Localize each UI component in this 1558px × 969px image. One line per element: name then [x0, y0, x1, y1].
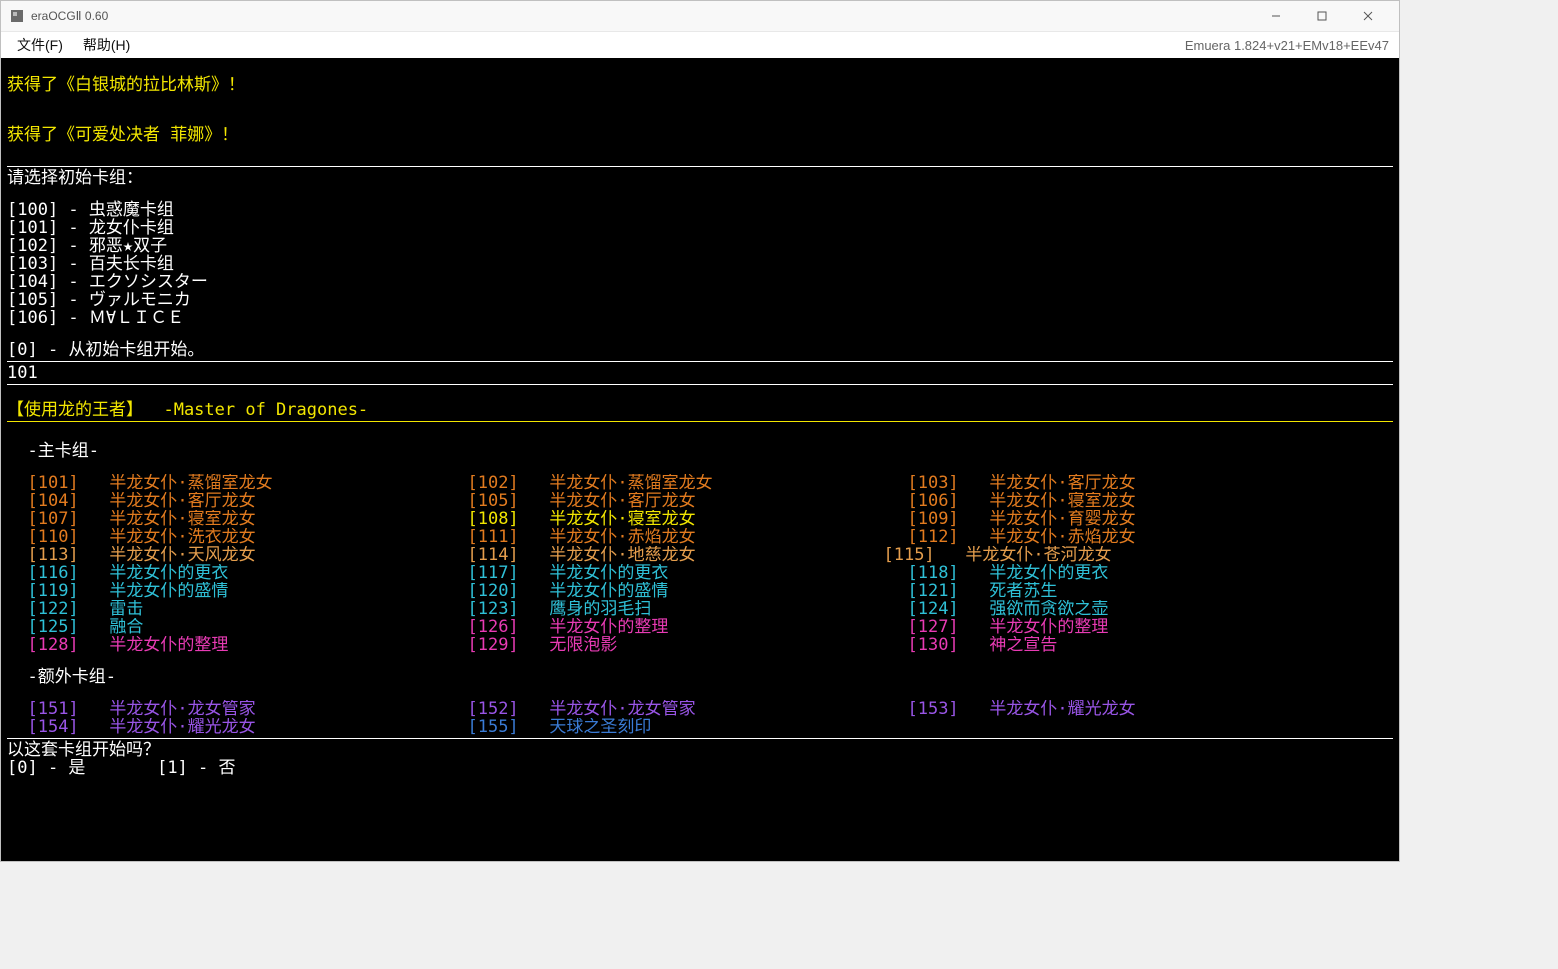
divider	[7, 166, 1393, 167]
card-option[interactable]: [151] 半龙女仆·龙女管家	[7, 700, 447, 718]
deck-option[interactable]: [100] - 虫惑魔卡组	[7, 201, 1393, 219]
deck-option[interactable]: [105] - ヴァルモニカ	[7, 291, 1393, 309]
divider	[7, 421, 1393, 422]
divider	[7, 361, 1393, 362]
card-option[interactable]: [107] 半龙女仆·寝室龙女	[7, 510, 447, 528]
deck-option[interactable]: [101] - 龙女仆卡组	[7, 219, 1393, 237]
deck-option[interactable]: [104] - エクソシスター	[7, 273, 1393, 291]
confirm-prompt: 以这套卡组开始吗？	[7, 741, 1393, 759]
window-controls	[1253, 1, 1391, 31]
card-option[interactable]: [109] 半龙女仆·育婴龙女	[887, 510, 1327, 528]
close-button[interactable]	[1345, 1, 1391, 31]
card-option[interactable]: [119] 半龙女仆的盛情	[7, 582, 447, 600]
message-line: 获得了《白银城的拉比林斯》！	[7, 76, 1393, 94]
card-option[interactable]: [106] 半龙女仆·寝室龙女	[887, 492, 1327, 510]
card-option[interactable]: [121] 死者苏生	[887, 582, 1327, 600]
card-option[interactable]: [130] 神之宣告	[887, 636, 1327, 654]
card-option[interactable]: [101] 半龙女仆·蒸馏室龙女	[7, 474, 447, 492]
card-option[interactable]: [152] 半龙女仆·龙女管家	[447, 700, 887, 718]
empty-cell	[887, 718, 1327, 736]
divider	[7, 384, 1393, 385]
card-option[interactable]: [125] 融合	[7, 618, 447, 636]
card-option[interactable]: [154] 半龙女仆·耀光龙女	[7, 718, 447, 736]
window-title: eraOCGⅡ 0.60	[31, 9, 108, 23]
card-option[interactable]: [115] 半龙女仆·苍河龙女	[863, 546, 1327, 564]
card-option[interactable]: [120] 半龙女仆的盛情	[447, 582, 887, 600]
menu-file[interactable]: 文件(F)	[7, 33, 73, 57]
deck-option[interactable]: [106] - Ｍ∀ＬＩＣＥ	[7, 309, 1393, 327]
card-option[interactable]: [105] 半龙女仆·客厅龙女	[447, 492, 887, 510]
card-option[interactable]: [128] 半龙女仆的整理	[7, 636, 447, 654]
card-option[interactable]: [103] 半龙女仆·客厅龙女	[887, 474, 1327, 492]
card-option[interactable]: [129] 无限泡影	[447, 636, 887, 654]
card-option[interactable]: [114] 半龙女仆·地慈龙女	[447, 546, 887, 564]
card-option[interactable]: [126] 半龙女仆的整理	[447, 618, 887, 636]
card-option[interactable]: [124] 强欲而贪欲之壶	[887, 600, 1327, 618]
card-option[interactable]: [122] 雷击	[7, 600, 447, 618]
deck-title: 【使用龙的王者】 -Master of Dragones-	[7, 401, 1393, 419]
option-no[interactable]: [1] - 否	[157, 758, 235, 778]
menu-help[interactable]: 帮助(H)	[73, 33, 140, 57]
deck-option[interactable]: [103] - 百夫长卡组	[7, 255, 1393, 273]
section-main-deck: -主卡组-	[7, 442, 1393, 460]
card-option[interactable]: [112] 半龙女仆·赤焰龙女	[887, 528, 1327, 546]
card-option[interactable]: [127] 半龙女仆的整理	[887, 618, 1327, 636]
card-option[interactable]: [117] 半龙女仆的更衣	[447, 564, 887, 582]
app-window: eraOCGⅡ 0.60 文件(F) 帮助(H) Emuera 1.824+v2…	[0, 0, 1400, 862]
card-option[interactable]: [110] 半龙女仆·洗衣龙女	[7, 528, 447, 546]
titlebar: eraOCGⅡ 0.60	[1, 1, 1399, 31]
card-option[interactable]: [116] 半龙女仆的更衣	[7, 564, 447, 582]
card-option[interactable]: [104] 半龙女仆·客厅龙女	[7, 492, 447, 510]
divider	[7, 738, 1393, 739]
app-icon	[9, 8, 25, 24]
card-option[interactable]: [118] 半龙女仆的更衣	[887, 564, 1327, 582]
version-label: Emuera 1.824+v21+EMv18+EEv47	[1185, 38, 1393, 53]
prompt-choose-deck: 请选择初始卡组：	[7, 169, 1393, 187]
deck-option[interactable]: [102] - 邪恶★双子	[7, 237, 1393, 255]
message-line: 获得了《可爱处决者 菲娜》！	[7, 126, 1393, 144]
deck-option[interactable]: [0] - 从初始卡组开始。	[7, 341, 1393, 359]
card-option[interactable]: [111] 半龙女仆·赤焰龙女	[447, 528, 887, 546]
card-option[interactable]: [102] 半龙女仆·蒸馏室龙女	[447, 474, 887, 492]
card-option[interactable]: [108] 半龙女仆·寝室龙女	[447, 510, 887, 528]
menubar: 文件(F) 帮助(H) Emuera 1.824+v21+EMv18+EEv47	[1, 31, 1399, 58]
card-option[interactable]: [155] 天球之圣刻印	[447, 718, 887, 736]
minimize-button[interactable]	[1253, 1, 1299, 31]
card-option[interactable]: [123] 鹰身的羽毛扫	[447, 600, 887, 618]
main-deck-grid: [101] 半龙女仆·蒸馏室龙女 [102] 半龙女仆·蒸馏室龙女 [103] …	[7, 474, 1393, 654]
card-option[interactable]: [113] 半龙女仆·天风龙女	[7, 546, 447, 564]
section-extra-deck: -额外卡组-	[7, 668, 1393, 686]
extra-deck-grid: [151] 半龙女仆·龙女管家 [152] 半龙女仆·龙女管家 [153] 半龙…	[7, 700, 1393, 736]
confirm-options: [0] - 是 [1] - 否	[7, 759, 1393, 777]
card-option[interactable]: [153] 半龙女仆·耀光龙女	[887, 700, 1327, 718]
option-yes[interactable]: [0] - 是	[7, 758, 85, 778]
user-input: 101	[7, 364, 1393, 382]
maximize-button[interactable]	[1299, 1, 1345, 31]
console[interactable]: 获得了《白银城的拉比林斯》！ 获得了《可爱处决者 菲娜》！ 请选择初始卡组： […	[1, 58, 1399, 861]
